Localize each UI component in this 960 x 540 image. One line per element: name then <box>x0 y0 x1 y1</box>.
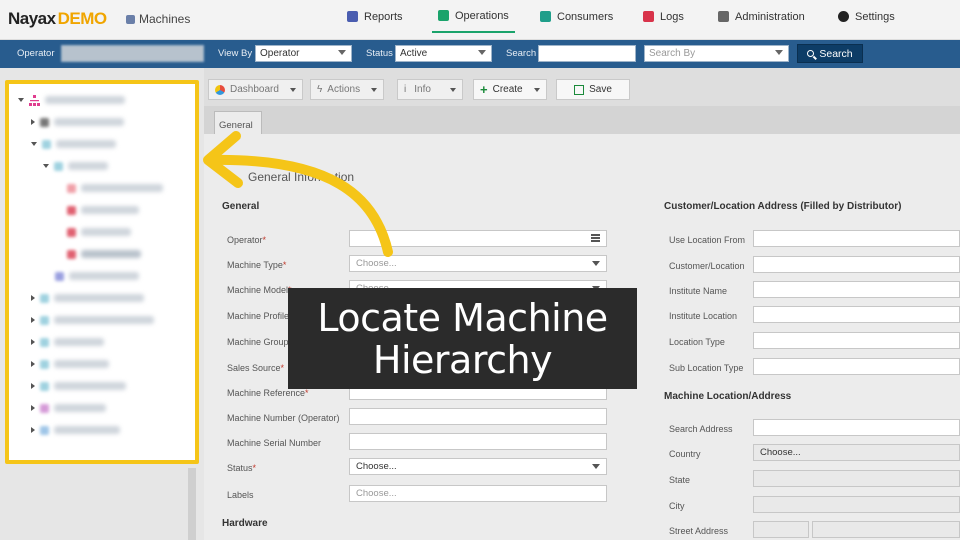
tutorial-caption: Locate Machine Hierarchy <box>288 288 637 389</box>
pointer-arrow-icon <box>203 131 393 257</box>
app-window: Nayax DEMO Machines Reports Operations Co… <box>0 0 960 540</box>
